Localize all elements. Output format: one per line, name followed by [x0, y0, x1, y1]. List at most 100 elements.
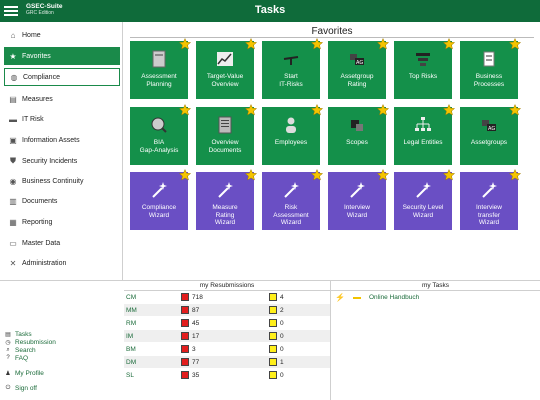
favorite-star-icon[interactable]	[509, 169, 521, 181]
due-indicator	[269, 371, 277, 379]
due-count[interactable]: 2	[280, 307, 284, 314]
due-count[interactable]: 0	[280, 333, 284, 340]
tile-risk-assessment-wizard[interactable]: Risk Assessment Wizard	[262, 169, 323, 230]
assetgroups-icon: AG	[482, 120, 496, 132]
resubmission-category[interactable]: SL	[126, 372, 134, 379]
resubmission-category[interactable]: BM	[126, 346, 136, 353]
assetgroup-rating-icon: AG	[350, 54, 364, 66]
tile-target-value-overview[interactable]: Target-Value Overview	[196, 38, 257, 99]
tile-security-level-wizard[interactable]: Security Level Wizard	[394, 169, 455, 230]
sidebar-item-home[interactable]: ⌂ Home	[4, 26, 120, 44]
sidebar-item-measures[interactable]: ▤ Measures	[4, 90, 120, 108]
sidebar-item-documents[interactable]: ▥ Documents	[4, 192, 120, 210]
favorite-star-icon[interactable]	[311, 104, 323, 116]
favorite-star-icon[interactable]	[443, 38, 455, 50]
tile-legal-entities[interactable]: Legal Entities	[394, 104, 455, 165]
due-count[interactable]: 0	[280, 320, 284, 327]
overdue-indicator	[181, 319, 189, 327]
top-risks-icon	[416, 53, 430, 66]
task-link[interactable]: Online Handbuch	[369, 294, 419, 301]
tile-label: Overview Documents	[208, 139, 242, 154]
overdue-count[interactable]: 45	[192, 320, 199, 327]
resubmission-category[interactable]: RM	[126, 320, 136, 327]
tile-interview-transfer-wizard[interactable]: Interview transfer Wizard	[460, 169, 521, 230]
sidebar-item-information-assets[interactable]: ▣ Information Assets	[4, 131, 120, 149]
sidebar-item-administration[interactable]: ✕ Administration	[4, 254, 120, 272]
tile-assetgroup-rating[interactable]: AG Assetgroup Rating	[328, 38, 389, 99]
due-count[interactable]: 0	[280, 372, 284, 379]
tile-measure-rating-wizard[interactable]: Measure Rating Wizard	[196, 169, 257, 230]
due-count[interactable]: 4	[280, 294, 284, 301]
clock-icon: ◷	[5, 339, 11, 346]
link-my-profile[interactable]: ♟ My Profile	[4, 369, 120, 377]
favorite-star-icon[interactable]	[179, 104, 191, 116]
due-count[interactable]: 0	[280, 346, 284, 353]
link-faq[interactable]: ? FAQ	[4, 354, 120, 362]
sidebar-item-reporting[interactable]: ▦ Reporting	[4, 213, 120, 231]
link-resubmission[interactable]: ◷ Resubmission	[4, 338, 120, 346]
tile-top-risks[interactable]: Top Risks	[394, 38, 455, 99]
resubmission-category[interactable]: DM	[126, 359, 136, 366]
tile-label: Employees	[274, 139, 308, 146]
favorite-star-icon[interactable]	[377, 169, 389, 181]
wrench-icon: ✕	[9, 258, 17, 268]
tile-compliance-wizard[interactable]: Compliance Wizard	[130, 169, 191, 230]
tile-business-processes[interactable]: Business Processes	[460, 38, 521, 99]
tile-scopes[interactable]: Scopes	[328, 104, 389, 165]
sidebar-item-label: Administration	[22, 259, 67, 267]
task-item[interactable]: ⚡ Online Handbuch	[335, 293, 419, 302]
sidebar-item-business-continuity[interactable]: ◉ Business Continuity	[4, 172, 120, 190]
tile-label: Target-Value Overview	[206, 73, 244, 88]
resubmission-category[interactable]: CM	[126, 294, 136, 301]
favorite-star-icon[interactable]	[377, 104, 389, 116]
tile-bia-gap-analysis[interactable]: BIA Gap-Analysis	[130, 104, 191, 165]
favorite-star-icon[interactable]	[443, 169, 455, 181]
due-count[interactable]: 1	[280, 359, 284, 366]
sidebar-item-master-data[interactable]: ▭ Master Data	[4, 234, 120, 252]
favorite-star-icon[interactable]	[311, 169, 323, 181]
master-data-icon: ▭	[9, 238, 17, 248]
tile-start-it-risks[interactable]: Start IT-Risks	[262, 38, 323, 99]
overdue-indicator	[181, 332, 189, 340]
favorite-star-icon[interactable]	[179, 169, 191, 181]
favorite-star-icon[interactable]	[377, 38, 389, 50]
resubmission-category[interactable]: MM	[126, 307, 137, 314]
overdue-count[interactable]: 87	[192, 307, 199, 314]
due-indicator	[269, 345, 277, 353]
link-sign-off[interactable]: ⏻ Sign off	[4, 384, 120, 392]
scale-icon	[283, 56, 299, 65]
favorite-star-icon[interactable]	[245, 169, 257, 181]
overdue-count[interactable]: 17	[192, 333, 199, 340]
sidebar-item-compliance[interactable]: ◍ Compliance	[4, 68, 120, 86]
sidebar-item-favorites[interactable]: ★ Favorites	[4, 47, 120, 65]
resubmission-category[interactable]: IM	[126, 333, 133, 340]
wand-icon	[218, 182, 233, 198]
favorite-star-icon[interactable]	[311, 38, 323, 50]
favorite-star-icon[interactable]	[245, 38, 257, 50]
link-search[interactable]: ⌕ Search	[4, 346, 120, 354]
overdue-count[interactable]: 35	[192, 372, 199, 379]
wand-icon	[284, 182, 299, 198]
tile-label: Interview transfer Wizard	[475, 204, 502, 226]
resubmission-row: MM 87 2	[124, 304, 330, 316]
favorite-star-icon[interactable]	[509, 104, 521, 116]
resubmission-row: SL 35 0	[124, 369, 330, 381]
tile-interview-wizard[interactable]: Interview Wizard	[328, 169, 389, 230]
overdue-count[interactable]: 3	[192, 346, 196, 353]
link-tasks[interactable]: ▤ Tasks	[4, 330, 120, 338]
overdue-count[interactable]: 718	[192, 294, 203, 301]
tile-overview-documents[interactable]: Overview Documents	[196, 104, 257, 165]
tile-label: Top Risks	[408, 73, 438, 80]
sidebar-item-it-risk[interactable]: ▬ IT Risk	[4, 110, 120, 128]
sidebar-item-security-incidents[interactable]: ⛊ Security Incidents	[4, 152, 120, 170]
tile-employees[interactable]: Employees	[262, 104, 323, 165]
lightning-icon: ⚡	[335, 293, 345, 302]
favorite-star-icon[interactable]	[443, 104, 455, 116]
overdue-count[interactable]: 77	[192, 359, 199, 366]
tile-assetgroups[interactable]: AG Assetgroups	[460, 104, 521, 165]
favorite-star-icon[interactable]	[245, 104, 257, 116]
favorite-star-icon[interactable]	[179, 38, 191, 50]
favorite-star-icon[interactable]	[509, 38, 521, 50]
tile-assessment-planning[interactable]: Assessment Planning	[130, 38, 191, 99]
overdue-indicator	[181, 371, 189, 379]
